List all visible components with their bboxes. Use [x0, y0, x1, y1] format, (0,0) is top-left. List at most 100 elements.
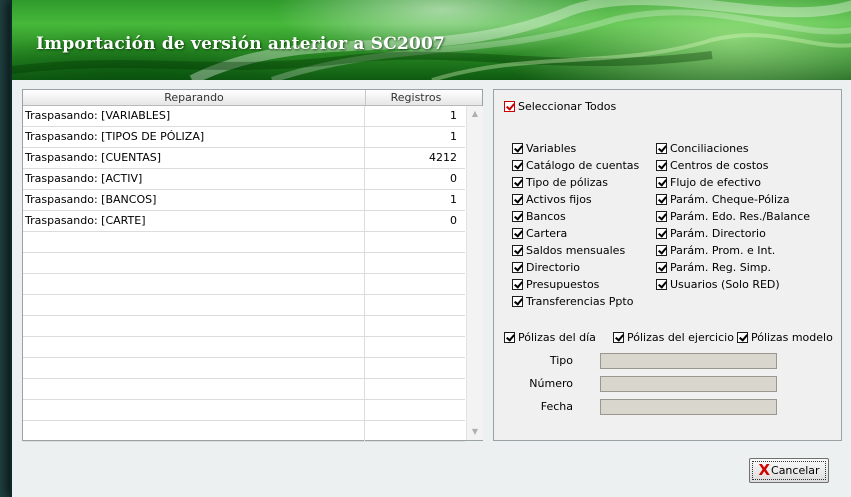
table-row[interactable]: Traspasando: [BANCOS] 1	[23, 190, 465, 211]
table-row[interactable]	[23, 337, 465, 358]
option-transferencias-ppto-checkbox[interactable]: Transferencias Ppto	[512, 293, 633, 309]
option-saldos-mensuales-checkbox[interactable]: Saldos mensuales	[512, 242, 625, 258]
row-table-name: Traspasando: [CUENTAS]	[23, 148, 365, 168]
option-usuarios-solo-red-checkbox[interactable]: Usuarios (Solo RED)	[656, 276, 780, 292]
option-variables-label: Variables	[526, 141, 577, 155]
select-all-checkbox[interactable]: Seleccionar Todos	[504, 98, 616, 114]
checkbox-checked-icon	[656, 278, 667, 290]
table-row[interactable]: Traspasando: [CARTE] 0	[23, 211, 465, 232]
row-record-count: 1	[450, 193, 457, 206]
row-table-name: Traspasando: [CARTE]	[23, 211, 365, 231]
row-record-count	[365, 400, 465, 420]
checkbox-checked-icon	[656, 210, 667, 222]
checkbox-checked-icon	[656, 176, 667, 188]
scroll-down-arrow-icon[interactable]: ▼	[467, 424, 483, 440]
grid-vertical-scrollbar[interactable]: ▲ ▼	[466, 106, 483, 440]
column-header-registros[interactable]: Registros	[366, 90, 466, 105]
option-bancos-checkbox[interactable]: Bancos	[512, 208, 566, 224]
option-param-cheque-poliza-checkbox[interactable]: Parám. Cheque-Póliza	[656, 191, 790, 207]
table-row[interactable]	[23, 358, 465, 379]
row-table-name: Traspasando: [VARIABLES]	[23, 106, 365, 126]
grid-body: Traspasando: [VARIABLES] 1 Traspasando: [T…	[23, 106, 465, 442]
row-table-name	[23, 295, 365, 315]
option-tipo-de-polizas-checkbox[interactable]: Tipo de pólizas	[512, 174, 608, 190]
column-header-reparando[interactable]: Reparando	[23, 90, 366, 105]
option-param-reg-simp-label: Parám. Reg. Simp.	[670, 260, 771, 274]
tipo-label: Tipo	[549, 354, 573, 367]
option-polizas-modelo-checkbox[interactable]: Pólizas modelo	[737, 329, 833, 345]
option-param-prom-e-int-label: Parám. Prom. e Int.	[670, 243, 776, 257]
option-activos-fijos-checkbox[interactable]: Activos fijos	[512, 191, 592, 207]
tipo-field[interactable]	[600, 353, 777, 369]
row-record-count: 4212	[429, 151, 457, 164]
option-catalogo-de-cuentas-label: Catálogo de cuentas	[526, 158, 640, 172]
checkbox-checked-icon	[656, 244, 667, 256]
checkbox-checked-icon	[613, 331, 624, 343]
table-row[interactable]	[23, 316, 465, 337]
grid-header: Reparando Registros	[23, 90, 482, 106]
checkbox-checked-icon	[512, 210, 523, 222]
option-directorio-label: Directorio	[526, 260, 580, 274]
option-variables-checkbox[interactable]: Variables	[512, 140, 576, 156]
row-table-name: Traspasando: [ACTIV]	[23, 169, 365, 189]
row-table-name: Traspasando: [TIPOS DE PÓLIZA]	[23, 127, 365, 147]
checkbox-checked-icon	[656, 193, 667, 205]
cancel-button-label: Cancelar	[771, 464, 820, 477]
row-record-count: 1	[450, 109, 457, 122]
fecha-label: Fecha	[540, 400, 573, 413]
cancel-button[interactable]: X Cancelar	[749, 458, 829, 483]
option-param-reg-simp-checkbox[interactable]: Parám. Reg. Simp.	[656, 259, 771, 275]
option-param-directorio-checkbox[interactable]: Parám. Directorio	[656, 225, 766, 241]
checkbox-checked-icon	[512, 159, 523, 171]
row-table-name: Traspasando: [BANCOS]	[23, 190, 365, 210]
table-row[interactable]	[23, 379, 465, 400]
table-row[interactable]	[23, 400, 465, 421]
option-conciliaciones-checkbox[interactable]: Conciliaciones	[656, 140, 749, 156]
option-conciliaciones-label: Conciliaciones	[670, 141, 749, 155]
row-record-count	[365, 337, 465, 357]
option-bancos-label: Bancos	[526, 209, 566, 223]
table-row[interactable]	[23, 253, 465, 274]
option-cartera-checkbox[interactable]: Cartera	[512, 225, 567, 241]
import-dialog: Importación de versión anterior a SC2007…	[10, 0, 851, 497]
checkbox-checked-icon	[512, 295, 523, 307]
option-directorio-checkbox[interactable]: Directorio	[512, 259, 580, 275]
row-record-count	[365, 274, 465, 294]
option-flujo-de-efectivo-checkbox[interactable]: Flujo de efectivo	[656, 174, 761, 190]
option-presupuestos-checkbox[interactable]: Presupuestos	[512, 276, 599, 292]
option-centros-de-costos-checkbox[interactable]: Centros de costos	[656, 157, 769, 173]
table-row[interactable]: Traspasando: [ACTIV] 0	[23, 169, 465, 190]
row-table-name	[23, 274, 365, 294]
checkbox-checked-icon	[512, 142, 523, 154]
row-table-name	[23, 421, 365, 441]
option-param-edo-res-balance-checkbox[interactable]: Parám. Edo. Res./Balance	[656, 208, 810, 224]
option-catalogo-de-cuentas-checkbox[interactable]: Catálogo de cuentas	[512, 157, 639, 173]
table-row[interactable]	[23, 274, 465, 295]
checkbox-checked-icon	[656, 142, 667, 154]
table-row[interactable]: Traspasando: [CUENTAS] 4212	[23, 148, 465, 169]
table-row[interactable]: Traspasando: [VARIABLES] 1	[23, 106, 465, 127]
table-row[interactable]	[23, 295, 465, 316]
row-record-count	[365, 316, 465, 336]
table-row[interactable]	[23, 421, 465, 442]
table-row[interactable]	[23, 232, 465, 253]
option-polizas-del-dia-checkbox[interactable]: Pólizas del día	[504, 329, 596, 345]
row-record-count	[365, 232, 465, 252]
select-all-label: Seleccionar Todos	[518, 99, 617, 113]
header-banner: Importación de versión anterior a SC2007	[12, 0, 851, 80]
row-table-name	[23, 316, 365, 336]
checkbox-checked-icon	[512, 278, 523, 290]
option-transferencias-ppto-label: Transferencias Ppto	[526, 294, 634, 308]
row-table-name	[23, 253, 365, 273]
option-polizas-del-ejercicio-checkbox[interactable]: Pólizas del ejercicio	[613, 329, 734, 345]
numero-label: Número	[529, 377, 573, 390]
scroll-up-arrow-icon[interactable]: ▲	[467, 106, 483, 122]
option-usuarios-solo-red-label: Usuarios (Solo RED)	[670, 277, 780, 291]
option-param-prom-e-int-checkbox[interactable]: Parám. Prom. e Int.	[656, 242, 775, 258]
row-table-name	[23, 337, 365, 357]
table-row[interactable]: Traspasando: [TIPOS DE PÓLIZA] 1	[23, 127, 465, 148]
fecha-field[interactable]	[600, 399, 777, 415]
option-activos-fijos-label: Activos fijos	[526, 192, 592, 206]
option-centros-de-costos-label: Centros de costos	[670, 158, 769, 172]
numero-field[interactable]	[600, 376, 777, 392]
